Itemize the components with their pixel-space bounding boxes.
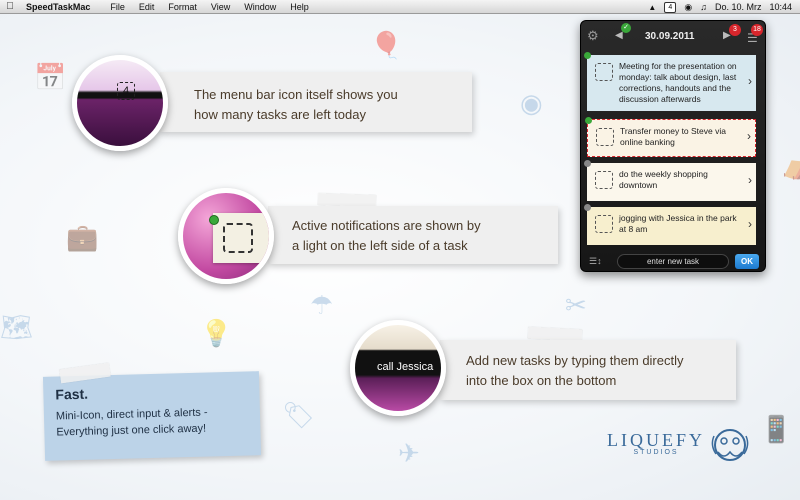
callout-2-line-2: a light on the left side of a task [292, 238, 468, 253]
notification-light-icon [209, 215, 219, 225]
list-count-badge: 18 [751, 24, 763, 36]
menu-bar:  SpeedTaskMac File Edit Format View Win… [0, 0, 800, 14]
panel-date: 30.09.2011 [645, 31, 695, 42]
task-item[interactable]: Meeting for the presentation on monday: … [584, 52, 756, 111]
lightbulb-icon: 💡 [200, 318, 233, 348]
callout-3-line-1: Add new tasks by typing them directly [466, 353, 684, 368]
menu-format[interactable]: Format [168, 0, 197, 14]
liquefy-logo-icon [711, 429, 749, 461]
speedtask-panel: ⚙ ✓ ◀ 30.09.2011 ▶ 3 ☰ 18 Meeting for th… [580, 20, 766, 272]
menu-window[interactable]: Window [244, 0, 276, 14]
airplane-icon: ✈ [398, 438, 420, 468]
callout-3-line-2: into the box on the bottom [466, 373, 617, 388]
next-day-count-badge: 3 [729, 24, 741, 36]
inactive-light-icon [584, 204, 591, 211]
chevron-right-icon[interactable]: › [748, 75, 752, 87]
fast-note: Fast. Mini-Icon, direct input & alerts -… [42, 371, 262, 461]
status-triangle-icon[interactable]: ▲ [648, 3, 656, 12]
tag-icon: 🏷 [282, 400, 316, 430]
inactive-light-icon [584, 160, 591, 167]
priority-stepper-icon[interactable]: ☰↕ [589, 256, 602, 267]
panel-header: ⚙ ✓ ◀ 30.09.2011 ▶ 3 ☰ 18 [581, 21, 765, 51]
zoom-lens-input: call Jessica [350, 320, 446, 416]
notification-light-icon [584, 52, 591, 59]
task-text: do the weekly shopping downtown [619, 169, 708, 190]
task-checkbox[interactable] [595, 215, 613, 233]
notification-light-icon [585, 117, 592, 124]
brand-wordmark: LIQUEFY STUDIOS [607, 430, 705, 456]
task-count-badge: 4 [117, 82, 135, 100]
task-item[interactable]: do the weekly shopping downtown › [584, 160, 756, 201]
brand-name: LIQUEFY [607, 430, 705, 450]
balloon-icon: 🎈 [370, 30, 403, 60]
zoom-lens-notification: B [178, 188, 274, 284]
task-text: Meeting for the presentation on monday: … [619, 61, 737, 104]
map-icon: 🗺 [0, 312, 34, 342]
task-checkbox[interactable] [595, 171, 613, 189]
tent-icon: ⛺ [782, 150, 800, 180]
task-card-preview: B [213, 213, 269, 263]
task-checkbox-preview [223, 223, 253, 253]
task-text: Transfer money to Steve via online banki… [620, 126, 726, 147]
zoom-lens-menubar: 4 [72, 55, 168, 151]
callout-menubar-icon: The menu bar icon itself shows you how m… [160, 72, 472, 132]
callout-new-task: Add new tasks by typing them directly in… [440, 340, 736, 400]
menu-app-name[interactable]: SpeedTaskMac [26, 2, 90, 12]
umbrella-icon: ☂ [310, 290, 334, 320]
menu-edit[interactable]: Edit [139, 0, 155, 14]
task-item[interactable]: Transfer money to Steve via online banki… [585, 117, 756, 157]
menubar-task-count-icon[interactable]: 4 [664, 1, 677, 13]
menu-help[interactable]: Help [290, 0, 309, 14]
prev-day-icon[interactable]: ◀ [615, 30, 623, 41]
typed-task-text: call Jessica [377, 361, 434, 373]
menubar-time[interactable]: 10:44 [769, 2, 792, 12]
new-task-input[interactable]: enter new task [617, 254, 729, 269]
volume-icon[interactable]: ♫ [700, 2, 707, 12]
callout-1-line-2: how many tasks are left today [194, 107, 366, 122]
apple-icon[interactable]:  [0, 1, 20, 12]
task-text: jogging with Jessica in the park at 8 am [619, 213, 737, 234]
calendar-icon: 📅 [34, 62, 67, 92]
menu-view[interactable]: View [211, 0, 230, 14]
scissors-icon: ✂ [565, 290, 587, 320]
menubar-date[interactable]: Do. 10. Mrz [715, 2, 762, 12]
chevron-right-icon[interactable]: › [748, 174, 752, 186]
callout-notifications: Active notifications are shown by a ligh… [268, 206, 558, 264]
lifebuoy-icon: ◉ [520, 88, 543, 118]
task-checkbox[interactable] [596, 128, 614, 146]
chevron-right-icon[interactable]: › [748, 218, 752, 230]
note-title: Fast. [55, 385, 89, 403]
ok-button[interactable]: OK [735, 254, 759, 269]
callout-1-line-1: The menu bar icon itself shows you [194, 87, 398, 102]
suitcase-icon: 💼 [66, 222, 99, 252]
callout-2-line-1: Active notifications are shown by [292, 218, 481, 233]
menu-file[interactable]: File [110, 0, 125, 14]
phone-icon: 📱 [760, 414, 793, 444]
wifi-icon[interactable]: ◉ [684, 2, 692, 13]
panel-footer: ☰↕ enter new task OK [581, 251, 765, 273]
gear-icon[interactable]: ⚙ [587, 28, 599, 44]
task-item[interactable]: jogging with Jessica in the park at 8 am… [584, 204, 756, 245]
task-checkbox[interactable] [595, 63, 613, 81]
tape-strip [317, 192, 377, 208]
chevron-right-icon[interactable]: › [747, 130, 751, 142]
